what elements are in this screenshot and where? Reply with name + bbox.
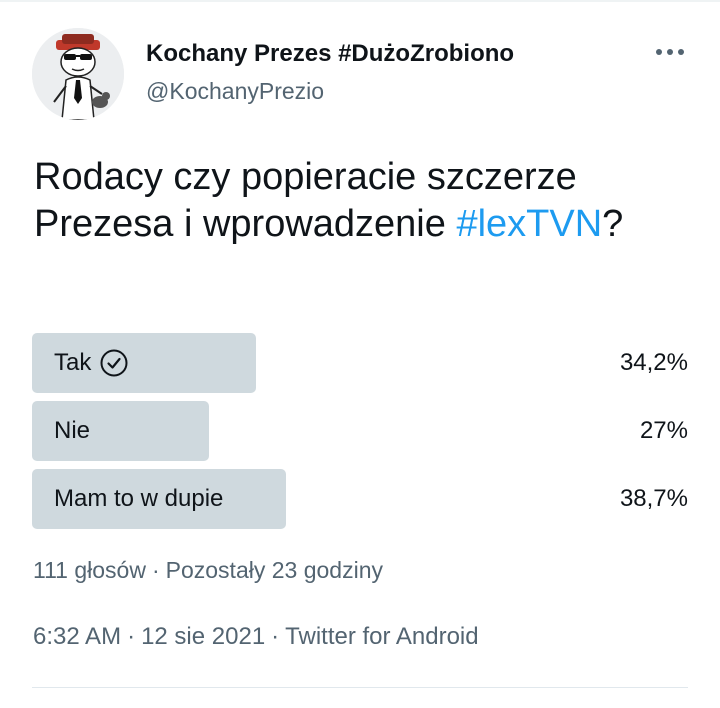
poll-option: Tak 34,2% bbox=[32, 333, 688, 393]
tweet-timestamp: 6:32 AM · 12 sie 2021 · Twitter for Android bbox=[33, 623, 479, 651]
poll-option-label: Nie bbox=[54, 401, 90, 461]
more-options-button[interactable] bbox=[650, 40, 690, 64]
tweet-source[interactable]: Twitter for Android bbox=[285, 623, 478, 650]
bottom-divider bbox=[32, 687, 688, 688]
more-dots-icon bbox=[656, 49, 684, 55]
poll-option: Nie 27% bbox=[32, 401, 688, 461]
poll: Tak 34,2% Nie 27% Mam to w dupie 38,7% bbox=[32, 333, 688, 537]
avatar[interactable] bbox=[32, 28, 124, 120]
poll-option-text: Tak bbox=[54, 349, 92, 376]
check-circle-icon bbox=[99, 348, 129, 378]
poll-option-percent: 38,7% bbox=[619, 485, 688, 512]
tweet-date[interactable]: 12 sie 2021 bbox=[141, 623, 265, 650]
author-display-name[interactable]: Kochany Prezes #DużoZrobiono bbox=[146, 40, 514, 68]
poll-option-label: Mam to w dupie bbox=[54, 469, 223, 529]
poll-option-text: Mam to w dupie bbox=[54, 485, 224, 512]
poll-option-percent: 27% bbox=[639, 417, 688, 444]
poll-option: Mam to w dupie 38,7% bbox=[32, 469, 688, 529]
separator-dot: · bbox=[271, 623, 280, 650]
author-handle[interactable]: @KochanyPrezio bbox=[146, 78, 324, 105]
poll-option-percent: 34,2% bbox=[619, 349, 688, 376]
poll-votes: 111 głosów bbox=[33, 557, 146, 583]
tweet-time[interactable]: 6:32 AM bbox=[33, 623, 121, 650]
poll-option-text: Nie bbox=[54, 417, 91, 444]
separator-dot: · bbox=[127, 623, 136, 650]
hashtag-link[interactable]: #lexTVN bbox=[456, 203, 602, 245]
cartoon-avatar-icon bbox=[32, 28, 124, 120]
tweet-text: Rodacy czy popieracie szczerze Prezesa i… bbox=[34, 154, 694, 248]
top-divider bbox=[0, 0, 720, 2]
tweet-text-end: ? bbox=[602, 203, 624, 245]
poll-option-label: Tak bbox=[54, 333, 129, 393]
poll-summary: 111 głosów · Pozostały 23 godziny bbox=[33, 557, 383, 584]
poll-remaining: Pozostały 23 godziny bbox=[165, 557, 383, 583]
separator-dot: · bbox=[151, 557, 160, 583]
